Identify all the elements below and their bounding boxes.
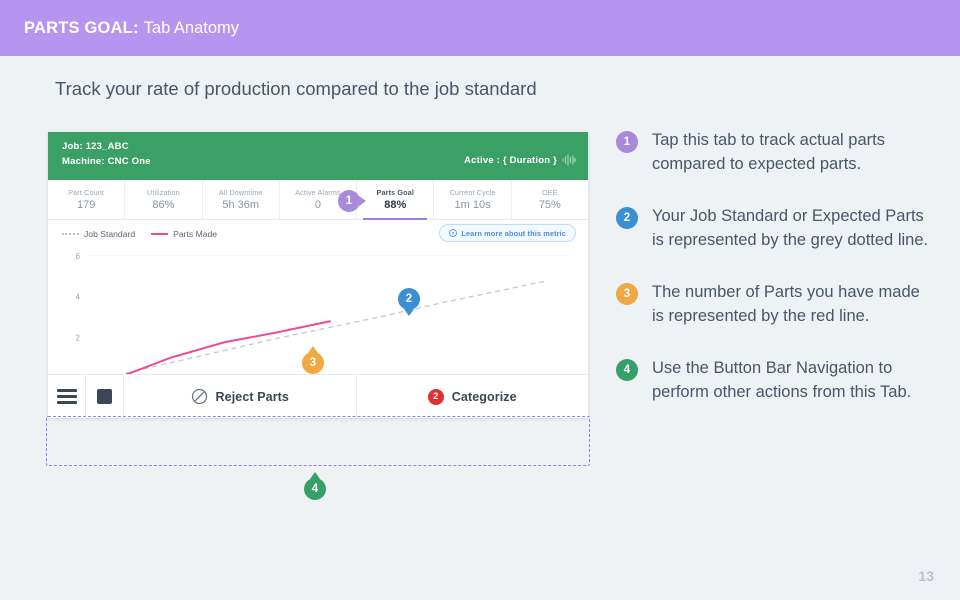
pointer-triangle-icon xyxy=(359,196,366,206)
page-subtitle: Track your rate of production compared t… xyxy=(55,78,537,99)
metric-tab-part-count[interactable]: Part Count 179 xyxy=(48,180,126,219)
annotation-item-2: 2 Your Job Standard or Expected Parts is… xyxy=(616,204,934,252)
stop-square-icon xyxy=(97,389,112,404)
banner-title-strong: PARTS GOAL: xyxy=(24,18,139,37)
metric-value: 86% xyxy=(152,199,175,211)
metric-value: 179 xyxy=(76,199,96,211)
callout-marker-3: 3 xyxy=(302,346,324,374)
reject-parts-label: Reject Parts xyxy=(215,389,289,404)
metrics-tab-row: Part Count 179 Utilization 86% All Downt… xyxy=(48,180,588,220)
legend-label: Job Standard xyxy=(84,229,136,239)
pointer-triangle-icon xyxy=(308,346,318,353)
annotation-text: The number of Parts you have made is rep… xyxy=(652,283,920,325)
hamburger-menu-icon xyxy=(56,386,77,407)
svg-text:2: 2 xyxy=(76,333,81,342)
reject-parts-button[interactable]: Reject Parts xyxy=(124,375,357,418)
metric-value: 5h 36m xyxy=(222,199,260,211)
no-entry-icon xyxy=(191,388,207,405)
question-circle-icon: ? xyxy=(449,229,458,237)
annotation-item-4: 4 Use the Button Bar Navigation to perfo… xyxy=(616,356,934,404)
annotation-number: 4 xyxy=(616,359,638,381)
app-screenshot-mock: Job: 123_ABC Machine: CNC One Active : {… xyxy=(48,132,588,418)
button-bar-navigation: Reject Parts 2 Categorize xyxy=(48,374,588,418)
metric-value: 0 xyxy=(314,199,322,211)
legend-label: Parts Made xyxy=(173,229,218,239)
waveform-icon xyxy=(562,154,576,166)
metric-label: Current Cycle xyxy=(449,188,496,197)
svg-text:?: ? xyxy=(452,231,455,237)
annotation-text: Tap this tab to track actual parts compa… xyxy=(652,131,885,173)
categorize-label: Categorize xyxy=(451,389,517,404)
menu-button[interactable] xyxy=(48,375,86,418)
annotation-number: 2 xyxy=(616,207,638,229)
solid-line-swatch-icon xyxy=(151,233,169,235)
stop-button[interactable] xyxy=(86,375,124,418)
callout-marker-3-label: 3 xyxy=(302,352,324,374)
annotation-item-1: 1 Tap this tab to track actual parts com… xyxy=(616,128,934,176)
annotation-number: 3 xyxy=(616,283,638,305)
metric-label: All Downtime xyxy=(218,188,263,197)
annotation-number: 1 xyxy=(616,131,638,153)
metric-tab-all-downtime[interactable]: All Downtime 5h 36m xyxy=(203,180,280,219)
metric-label: OEE xyxy=(542,188,558,197)
dashed-line-swatch-icon xyxy=(62,233,79,235)
callout-marker-4: 4 xyxy=(304,472,326,500)
metric-value: 1m 10s xyxy=(454,199,491,211)
learn-more-label: Learn more about this metric xyxy=(461,228,566,238)
callout-marker-1: 1 xyxy=(338,190,366,212)
metric-tab-oee[interactable]: OEE 75% xyxy=(512,180,588,219)
pointer-triangle-icon xyxy=(310,472,320,479)
categorize-button[interactable]: 2 Categorize xyxy=(357,375,589,418)
page-number: 13 xyxy=(918,568,934,584)
machine-status: Active : { Duration } xyxy=(464,154,576,166)
callout-marker-1-label: 1 xyxy=(338,190,360,212)
chart-legend: Job Standard Parts Made ? Learn more abo… xyxy=(48,220,588,248)
chart-y-tick-labels: 0246 xyxy=(76,252,81,383)
annotation-text: Your Job Standard or Expected Parts is r… xyxy=(652,207,929,249)
button-bar-highlight-box xyxy=(46,416,590,466)
legend-item-parts-made: Parts Made xyxy=(151,229,217,239)
annotation-text: Use the Button Bar Navigation to perform… xyxy=(652,359,912,401)
metric-tab-current-cycle[interactable]: Current Cycle 1m 10s xyxy=(434,180,512,219)
slide-banner: PARTS GOAL: Tab Anatomy xyxy=(0,0,960,56)
pointer-triangle-icon xyxy=(404,309,414,316)
metric-value: 88% xyxy=(384,199,407,211)
annotation-item-3: 3 The number of Parts you have made is r… xyxy=(616,280,934,328)
metric-label: Utilization xyxy=(147,188,180,197)
svg-text:4: 4 xyxy=(76,293,81,302)
job-label: Job: 123_ABC xyxy=(62,141,129,152)
learn-more-button[interactable]: ? Learn more about this metric xyxy=(439,224,576,242)
metric-label: Part Count xyxy=(68,188,105,197)
status-text: Active : { Duration } xyxy=(464,154,557,166)
metric-label: Active Alarms xyxy=(295,188,341,197)
metric-tab-parts-goal[interactable]: Parts Goal 88% xyxy=(357,180,435,220)
metric-value: 75% xyxy=(538,199,561,211)
slide-root: PARTS GOAL: Tab Anatomy Track your rate … xyxy=(0,0,960,600)
app-header-bar: Job: 123_ABC Machine: CNC One Active : {… xyxy=(48,132,588,180)
banner-title-light: Tab Anatomy xyxy=(143,18,240,37)
legend-item-job-standard: Job Standard xyxy=(62,229,135,239)
metric-tab-utilization[interactable]: Utilization 86% xyxy=(125,180,203,219)
callout-marker-4-label: 4 xyxy=(304,478,326,500)
annotation-list: 1 Tap this tab to track actual parts com… xyxy=(616,128,934,432)
categorize-badge: 2 xyxy=(427,388,444,405)
metric-label: Parts Goal xyxy=(376,188,414,197)
svg-text:6: 6 xyxy=(76,252,81,261)
callout-marker-2: 2 xyxy=(398,288,420,316)
callout-marker-2-label: 2 xyxy=(398,288,420,310)
